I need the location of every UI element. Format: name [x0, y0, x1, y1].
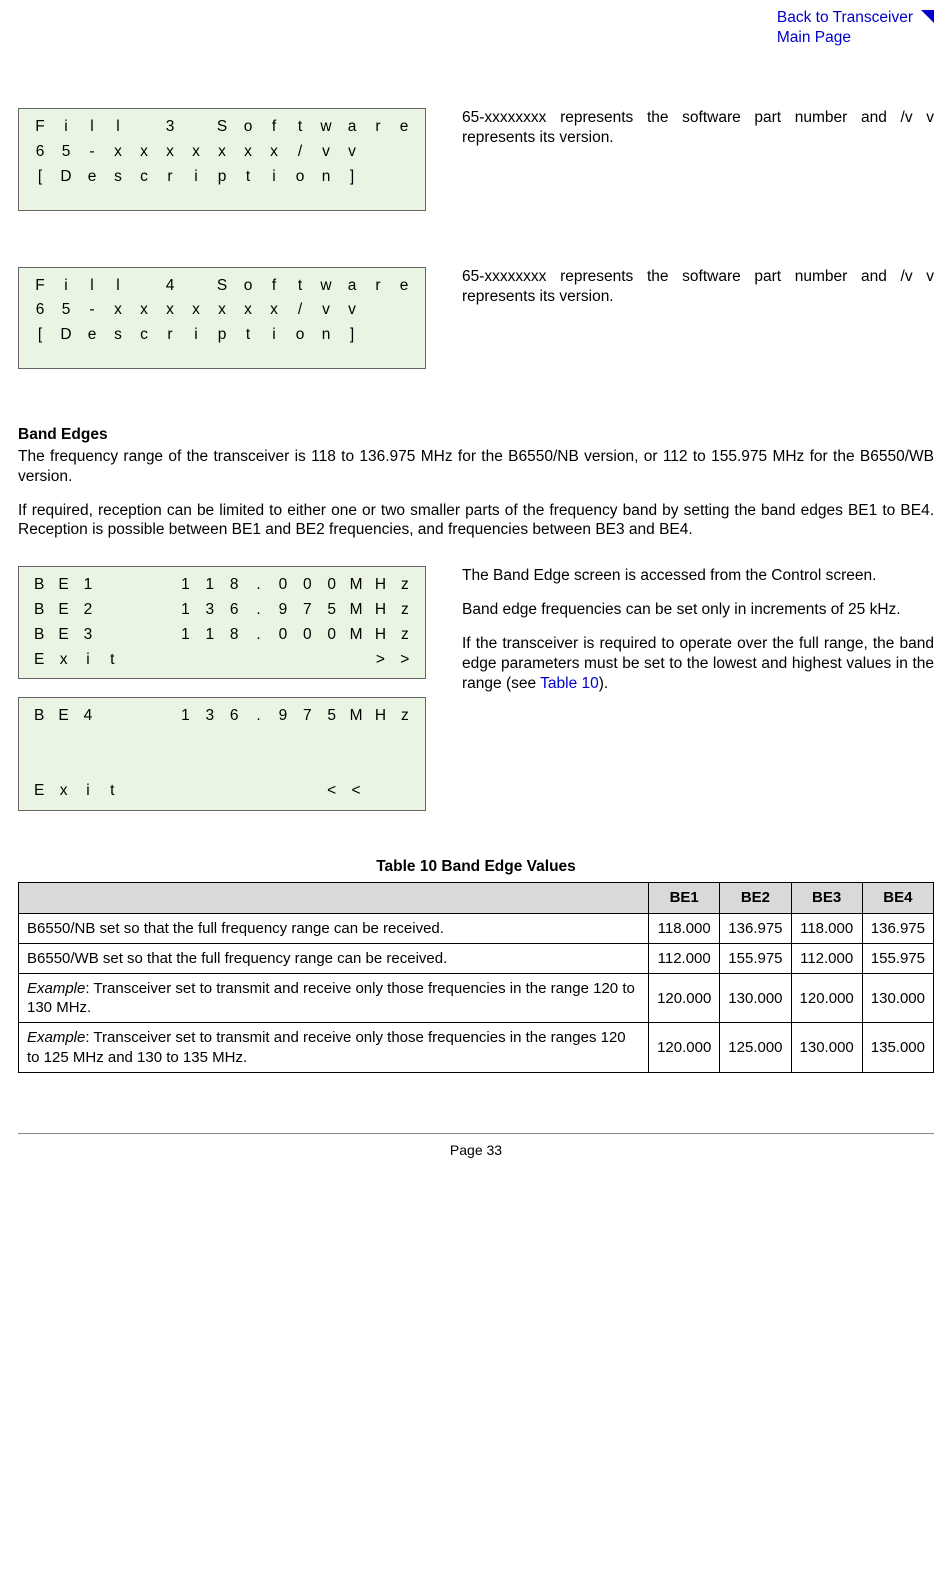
band-edges-p1: The frequency range of the transceiver i… [18, 447, 934, 487]
table-band-edge-values: BE1 BE2 BE3 BE4 B6550/NB set so that the… [18, 882, 934, 1072]
table-row-label: B6550/WB set so that the full frequency … [19, 943, 649, 973]
table-cell: 112.000 [649, 943, 720, 973]
table-header-be1: BE1 [649, 883, 720, 913]
table-row: B6550/NB set so that the full frequency … [19, 913, 934, 943]
table-row-label: Example: Transceiver set to transmit and… [19, 1023, 649, 1072]
table-cell: 136.975 [862, 913, 933, 943]
band-desc-p1: The Band Edge screen is accessed from th… [462, 566, 934, 586]
fill4-description: 65-xxxxxxxx represents the software part… [462, 267, 934, 307]
back-arrow-icon[interactable] [921, 10, 934, 23]
fill3-description: 65-xxxxxxxx represents the software part… [462, 108, 934, 148]
table-cell: 130.000 [720, 973, 791, 1022]
lcd-fill-3-software: Fill 3 Software 65-xxxxxxx/vv [Descripti… [18, 108, 426, 210]
table-row-label: B6550/NB set so that the full frequency … [19, 913, 649, 943]
table-cell: 155.975 [862, 943, 933, 973]
table-row: B6550/WB set so that the full frequency … [19, 943, 934, 973]
table-cell: 125.000 [720, 1023, 791, 1072]
table-cell: 135.000 [862, 1023, 933, 1072]
table-header-empty [19, 883, 649, 913]
table-row: Example: Transceiver set to transmit and… [19, 973, 934, 1022]
section-title-band-edges: Band Edges [18, 425, 934, 445]
table-cell: 155.975 [720, 943, 791, 973]
back-link[interactable]: Back to Transceiver Main Page [777, 8, 913, 48]
table-cell: 130.000 [862, 973, 933, 1022]
table-cell: 136.975 [720, 913, 791, 943]
table-cell: 118.000 [649, 913, 720, 943]
lcd-band-edges-1: BE1 118.000MHz BE2 136.975MHz BE3 118.00… [18, 566, 426, 679]
table-cell: 118.000 [791, 913, 862, 943]
table-cell: 112.000 [791, 943, 862, 973]
table-row-label: Example: Transceiver set to transmit and… [19, 973, 649, 1022]
table10-link[interactable]: Table 10 [540, 675, 599, 692]
lcd-band-edges-2: BE4 136.975MHz Exit << [18, 697, 426, 810]
table-cell: 120.000 [649, 973, 720, 1022]
table-header-be2: BE2 [720, 883, 791, 913]
table10-title: Table 10 Band Edge Values [18, 857, 934, 877]
band-edge-description: The Band Edge screen is accessed from th… [462, 566, 934, 707]
table-header-be3: BE3 [791, 883, 862, 913]
back-link-line2: Main Page [777, 29, 851, 46]
band-desc-p2: Band edge frequencies can be set only in… [462, 600, 934, 620]
lcd-fill-4-software: Fill 4 Software 65-xxxxxxx/vv [Descripti… [18, 267, 426, 369]
band-edges-p2: If required, reception can be limited to… [18, 501, 934, 541]
band-desc-p3: If the transceiver is required to operat… [462, 634, 934, 693]
page-footer: Page 33 [18, 1133, 934, 1160]
table-cell: 120.000 [649, 1023, 720, 1072]
table-row: Example: Transceiver set to transmit and… [19, 1023, 934, 1072]
table-cell: 130.000 [791, 1023, 862, 1072]
back-link-line1: Back to Transceiver [777, 9, 913, 26]
table-cell: 120.000 [791, 973, 862, 1022]
table-header-be4: BE4 [862, 883, 933, 913]
